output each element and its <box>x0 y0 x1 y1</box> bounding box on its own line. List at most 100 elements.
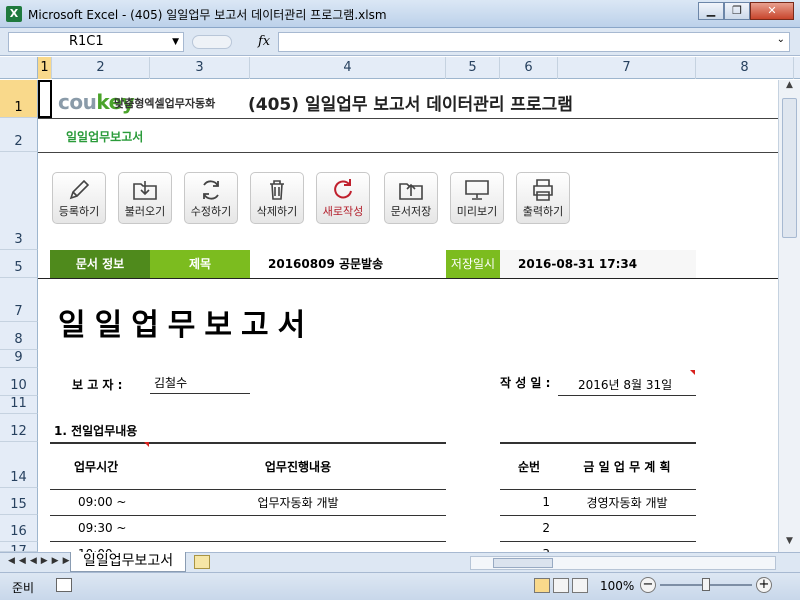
scroll-down-icon[interactable]: ▼ <box>779 536 800 552</box>
vertical-scrollbar[interactable]: ▲ ▼ <box>778 80 800 552</box>
column-header[interactable]: 7 <box>558 57 696 79</box>
zoom-slider-handle[interactable] <box>702 578 710 591</box>
scroll-thumb[interactable] <box>782 98 797 238</box>
formula-expand-handle[interactable] <box>192 35 232 49</box>
no-cell[interactable]: 3 <box>500 541 558 552</box>
column-header[interactable]: 6 <box>500 57 558 79</box>
insert-function-icon[interactable]: fx <box>258 34 270 49</box>
row-header[interactable]: 5 <box>0 250 38 278</box>
row-number: 2 <box>14 134 23 149</box>
worksheet: coukey 맞춤형엑셀업무자동화 (405) 일일업무 보고서 데이터관리 프… <box>38 80 778 552</box>
sheet-tab-bar: ◀◀◀▶▶▶ 일일업무보고서 <box>0 552 800 572</box>
status-ready: 준비 <box>12 581 35 595</box>
doc-title-value[interactable]: 20160809 공문발송 <box>250 250 446 278</box>
new-button[interactable]: 새로작성 <box>316 172 370 224</box>
time-cell[interactable]: 09:00 ~ <box>50 489 150 516</box>
row-header[interactable]: 14 <box>0 442 38 488</box>
section-prev-work: 1. 전일업무내용 <box>54 424 138 438</box>
select-all-corner[interactable] <box>0 57 38 79</box>
normal-view-icon[interactable] <box>534 578 550 593</box>
time-cell[interactable]: 09:30 ~ <box>50 515 150 542</box>
formula-bar: R1C1 ▼ fx ⌄ <box>0 28 800 56</box>
date-value[interactable]: 2016년 8월 31일 <box>558 376 696 396</box>
row-header[interactable]: 11 <box>0 396 38 414</box>
macro-record-icon[interactable] <box>56 578 72 592</box>
printer-icon <box>533 179 553 201</box>
task-cell[interactable] <box>150 541 446 552</box>
page-layout-view-icon[interactable] <box>553 578 569 593</box>
task-cell[interactable] <box>150 515 446 542</box>
chevron-down-icon[interactable]: ▼ <box>172 33 179 51</box>
col-header-no: 순번 <box>500 442 558 490</box>
table-row: 3 <box>500 541 696 552</box>
tab-daily-report[interactable]: 일일업무보고서 <box>70 552 187 572</box>
horizontal-scrollbar[interactable] <box>470 556 776 570</box>
preview-button[interactable]: 미리보기 <box>450 172 504 224</box>
comment-indicator[interactable] <box>690 370 695 375</box>
formula-input[interactable]: ⌄ <box>278 32 790 52</box>
restore-icon[interactable]: ❐ <box>724 2 750 20</box>
plan-cell[interactable]: 경영자동화 개발 <box>558 489 696 516</box>
save-button[interactable]: 문서저장 <box>384 172 438 224</box>
page-break-view-icon[interactable] <box>572 578 588 593</box>
no-cell[interactable]: 1 <box>500 489 558 516</box>
column-header[interactable]: 8 <box>696 57 794 79</box>
row-header[interactable]: 3 <box>0 152 38 250</box>
expand-formula-icon[interactable]: ⌄ <box>777 34 785 45</box>
print-button[interactable]: 출력하기 <box>516 172 570 224</box>
insert-sheet-icon[interactable] <box>194 555 210 569</box>
excel-app-icon[interactable]: X <box>6 6 22 22</box>
row-header[interactable]: 7 <box>0 278 38 322</box>
download-folder-icon <box>133 181 157 200</box>
column-header[interactable]: 5 <box>446 57 500 79</box>
row-header[interactable]: 1 <box>0 80 38 118</box>
plan-cell[interactable] <box>558 515 696 542</box>
monitor-icon <box>465 180 489 200</box>
saved-at-label: 저장일시 <box>446 250 500 278</box>
close-icon[interactable]: ✕ <box>750 2 794 20</box>
row-number: 17 <box>10 544 27 552</box>
row-header[interactable]: 16 <box>0 515 38 542</box>
load-button[interactable]: 불러오기 <box>118 172 172 224</box>
table-row: 09:30 ~ <box>50 515 446 542</box>
time-cell[interactable]: 10:00 ~ <box>50 541 150 552</box>
col-header-plan: 금 일 업 무 계 획 <box>558 442 696 490</box>
row-number: 5 <box>14 260 23 275</box>
zoom-in-icon[interactable]: + <box>756 577 772 593</box>
zoom-out-icon[interactable]: − <box>640 577 656 593</box>
plan-cell[interactable] <box>558 541 696 552</box>
row-header[interactable]: 15 <box>0 488 38 515</box>
row-header[interactable]: 8 <box>0 322 38 350</box>
column-header[interactable]: 4 <box>250 57 446 79</box>
row-header[interactable]: 10 <box>0 368 38 396</box>
comment-indicator[interactable] <box>144 442 149 447</box>
hscroll-thumb[interactable] <box>493 558 553 568</box>
load-label: 불러오기 <box>124 205 166 218</box>
name-box[interactable]: R1C1 ▼ <box>8 32 184 52</box>
column-header[interactable]: 1 <box>38 57 52 79</box>
tab-navigation-icons[interactable]: ◀◀◀▶▶▶ <box>8 556 74 566</box>
print-label: 출력하기 <box>522 205 564 218</box>
table-row: 10:00 ~ <box>50 541 446 552</box>
zoom-level[interactable]: 100% <box>600 579 634 593</box>
register-button[interactable]: 등록하기 <box>52 172 106 224</box>
delete-button[interactable]: 삭제하기 <box>250 172 304 224</box>
task-cell[interactable]: 업무자동화 개발 <box>150 489 446 516</box>
minimize-icon[interactable]: ▁ <box>698 2 724 20</box>
header-divider <box>38 118 778 119</box>
row-header[interactable]: 12 <box>0 414 38 442</box>
upload-folder-icon <box>399 183 423 200</box>
refresh-icon <box>203 180 219 200</box>
reporter-value[interactable]: 김철수 <box>150 374 250 394</box>
column-header[interactable]: 3 <box>150 57 250 79</box>
new-refresh-icon <box>334 179 352 199</box>
view-buttons <box>534 578 588 593</box>
row-header[interactable]: 9 <box>0 350 38 368</box>
edit-button[interactable]: 수정하기 <box>184 172 238 224</box>
scroll-up-icon[interactable]: ▲ <box>779 80 800 96</box>
row-header[interactable]: 17 <box>0 542 38 552</box>
column-header[interactable]: 2 <box>52 57 150 79</box>
row-header[interactable]: 2 <box>0 118 38 152</box>
no-cell[interactable]: 2 <box>500 515 558 542</box>
active-cell[interactable] <box>38 80 52 118</box>
